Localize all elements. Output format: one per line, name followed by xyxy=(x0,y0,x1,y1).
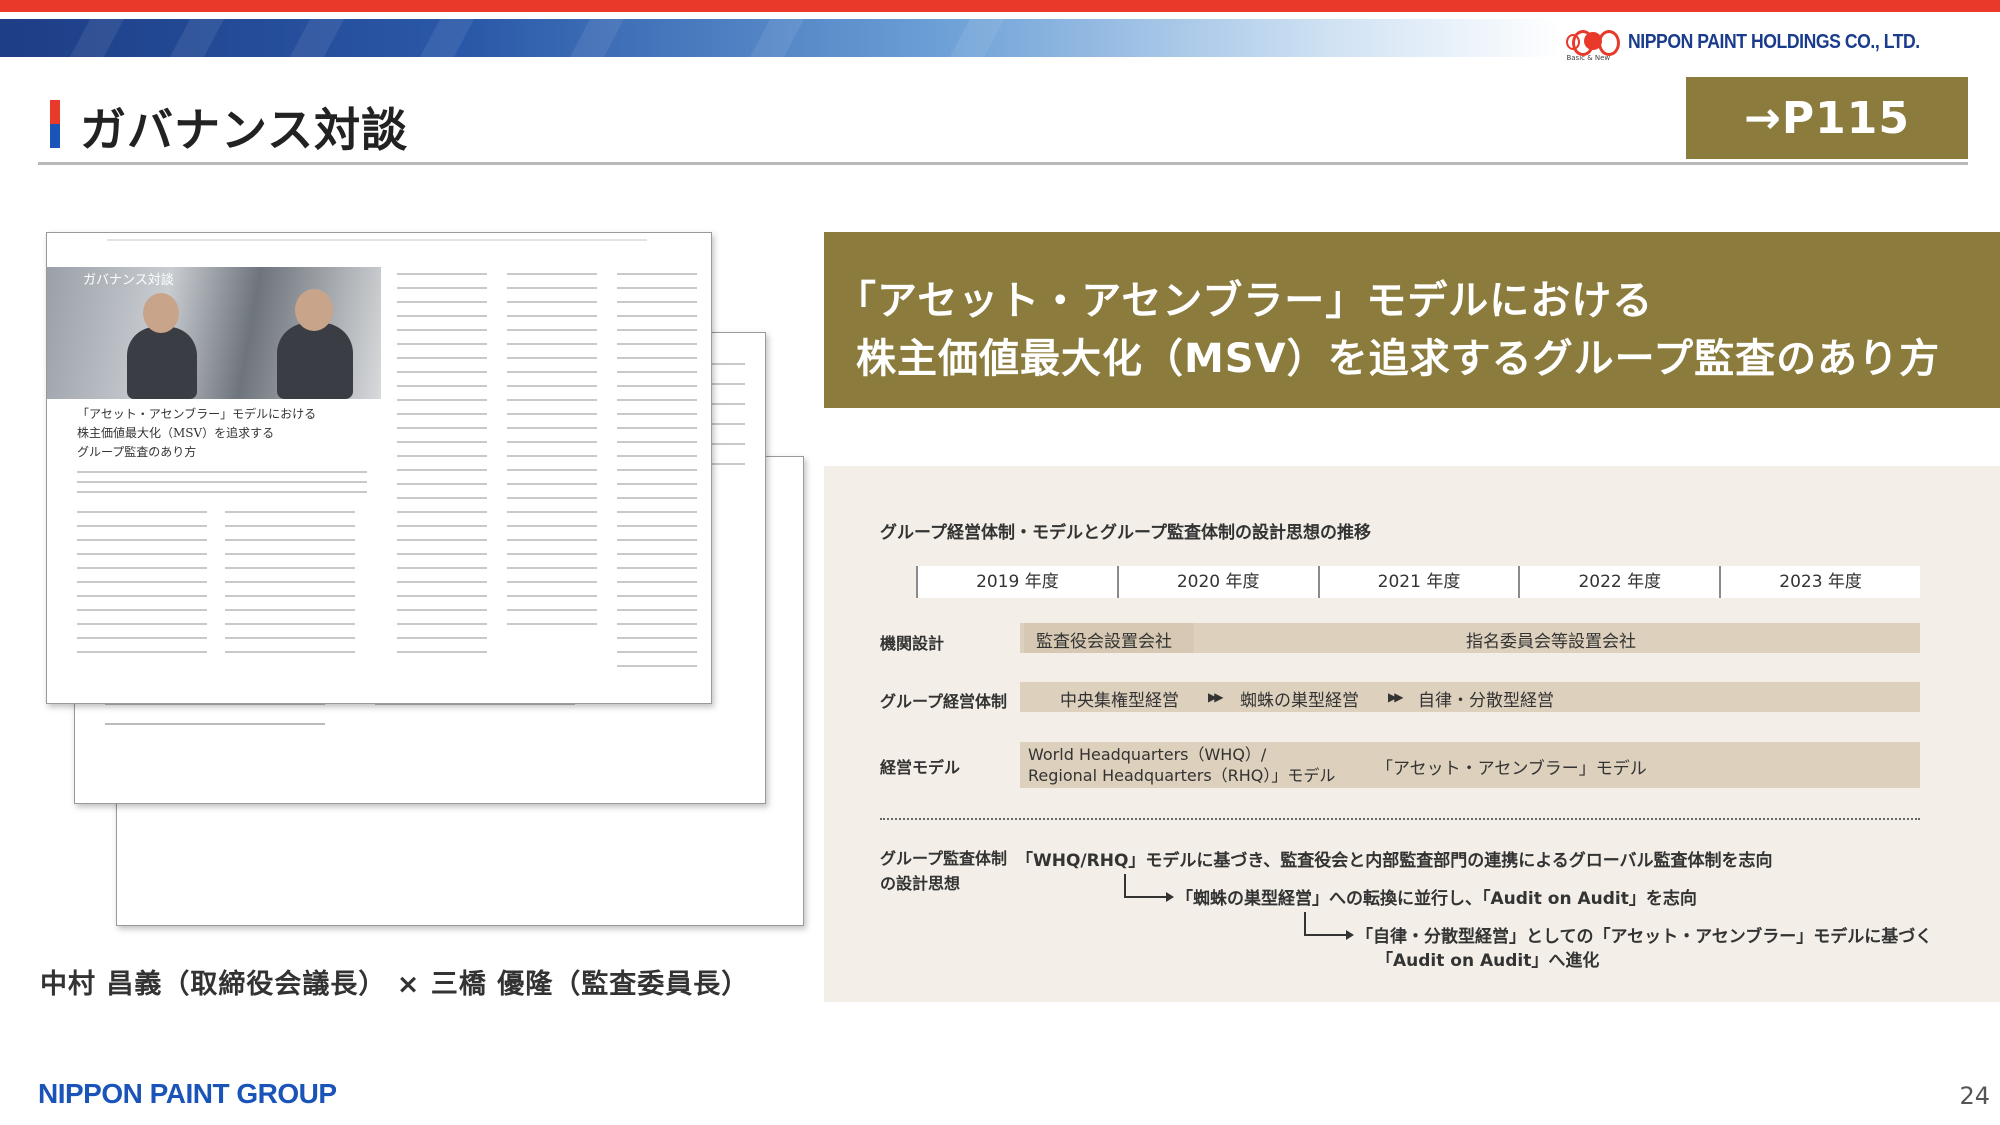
arrow-right-icon xyxy=(1166,892,1174,902)
logo-tagline: Basic & New xyxy=(1566,54,1611,62)
headline-banner: 「アセット・アセンブラー」モデルにおける 株主価値最大化（MSV）を追求するグル… xyxy=(824,232,2000,408)
philosophy-line-2: 「蜘蛛の巣型経営」への転換に並行し、「Audit on Audit」を志向 xyxy=(1176,889,1697,909)
company-logo: Basic & New NIPPON PAINT HOLDINGS CO., L… xyxy=(1566,26,1960,66)
row-label-organization: 機関設計 xyxy=(880,634,945,653)
double-arrow-icon: ▶▶ xyxy=(1208,690,1224,704)
philosophy-line-3b: 「Audit on Audit」へ進化 xyxy=(1376,951,1600,971)
row-label-business-model: 経営モデル xyxy=(880,758,961,777)
company-logo-text: NIPPON PAINT HOLDINGS CO., LTD. xyxy=(1628,31,1921,53)
philosophy-line-1: 「WHQ/RHQ」モデルに基づき、監査役会と内部監査部門の連携によるグローバル監… xyxy=(1016,851,1773,871)
year-header-row: 2019 年度 2020 年度 2021 年度 2022 年度 2023 年度 xyxy=(916,566,1920,598)
group-structure-stage-3: 自律・分散型経営 xyxy=(1418,691,1554,711)
business-model-stage-1: World Headquarters（WHQ）/ Regional Headqu… xyxy=(1028,745,1336,785)
page-title: ガバナンス対談 xyxy=(80,103,409,157)
row-label-group-structure: グループ経営体制 xyxy=(880,692,1008,711)
section-divider xyxy=(880,818,1920,820)
top-blue-band xyxy=(0,19,1560,57)
arrow-right-icon xyxy=(1346,930,1354,940)
year-2019: 2019 年度 xyxy=(916,566,1117,598)
interview-guests-caption: 中村 昌義（取締役会議長） × 三橋 優隆（監査委員長） xyxy=(40,969,750,1000)
group-logo: NIPPON PAINT GROUP xyxy=(38,1078,337,1109)
magazine-section-label: ガバナンス対談 xyxy=(83,273,174,288)
nippon-paint-mark-icon: Basic & New xyxy=(1566,26,1621,62)
magazine-page-front: ガバナンス対談 「アセット・アセンブラー」モデルにおける 株主価値最大化（MSV… xyxy=(46,232,712,704)
page-reference-badge: →P115 xyxy=(1686,77,1968,159)
business-model-stage-2: 「アセット・アセンブラー」モデル xyxy=(1376,759,1647,779)
headline-line-1: 「アセット・アセンブラー」モデルにおける xyxy=(836,278,1654,324)
group-structure-stage-1: 中央集権型経営 xyxy=(1060,691,1179,711)
top-red-bar xyxy=(0,0,2000,12)
year-2022: 2022 年度 xyxy=(1518,566,1719,598)
double-arrow-icon: ▶▶ xyxy=(1388,690,1404,704)
philosophy-line-3a: 「自律・分散型経営」としての「アセット・アセンブラー」モデルに基づく xyxy=(1356,927,1933,947)
organization-stage-1: 監査役会設置会社 xyxy=(1036,632,1172,652)
year-2023: 2023 年度 xyxy=(1719,566,1920,598)
page-number: 24 xyxy=(1959,1082,1990,1110)
governance-timeline-panel: グループ経営体制・モデルとグループ監査体制の設計思想の推移 2019 年度 20… xyxy=(824,466,2000,1002)
title-divider xyxy=(38,162,1968,165)
year-2021: 2021 年度 xyxy=(1317,566,1519,598)
magazine-headline: 「アセット・アセンブラー」モデルにおける 株主価値最大化（MSV）を追求する グ… xyxy=(77,407,317,459)
group-structure-stage-2: 蜘蛛の巣型経営 xyxy=(1240,691,1359,711)
title-accent-bar xyxy=(50,100,60,148)
panel-title: グループ経営体制・モデルとグループ監査体制の設計思想の推移 xyxy=(880,523,1371,543)
magazine-spread-image: ガバナンス対談 「アセット・アセンブラー」モデルにおける 株主価値最大化（MSV… xyxy=(46,232,806,942)
headline-line-2: 株主価値最大化（MSV）を追求するグループ監査のあり方 xyxy=(856,336,1941,382)
organization-stage-2: 指名委員会等設置会社 xyxy=(1466,632,1636,652)
row-label-audit-philosophy: グループ監査体制 の設計思想 xyxy=(880,849,1008,893)
year-2020: 2020 年度 xyxy=(1116,566,1318,598)
